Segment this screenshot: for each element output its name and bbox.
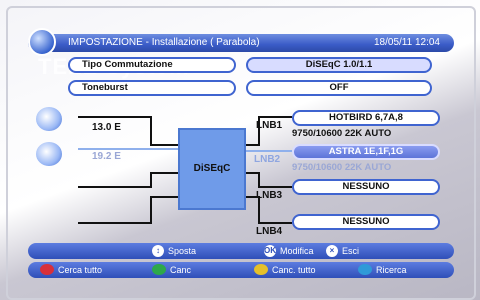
satellite-dish-icon	[36, 142, 62, 166]
wire-output-3-connect	[258, 186, 292, 188]
wire-input-1-vertical	[150, 116, 152, 146]
tipo-commutazione-value[interactable]: DiSEqC 1.0/1.1	[246, 57, 432, 73]
hint-ricerca: Ricerca	[376, 265, 407, 275]
lnb1-label: LNB1	[256, 120, 283, 131]
tipo-commutazione-label: Tipo Commutazione	[68, 57, 236, 73]
toneburst-label: Toneburst	[68, 80, 236, 96]
wire-input-3-connect	[150, 172, 178, 174]
wire-input-4	[78, 222, 152, 224]
lnb2-satellite[interactable]: ASTRA 1E,1F,1G	[292, 144, 440, 160]
satellite-position-2: 19.2 E	[92, 151, 121, 162]
title-bar: IMPOSTAZIONE - Installazione ( Parabola)…	[28, 34, 454, 52]
yellow-key-icon	[254, 264, 268, 275]
globe-icon	[28, 28, 56, 56]
hint-esci: Esci	[342, 246, 360, 256]
lnb4-label: LNB4	[256, 226, 283, 237]
nav-key-icon: ↕	[152, 245, 164, 257]
wire-input-3-vertical	[150, 172, 152, 188]
wire-input-1	[78, 116, 152, 118]
lnb4-satellite[interactable]: NESSUNO	[292, 214, 440, 230]
page-title: IMPOSTAZIONE - Installazione ( Parabola)	[68, 37, 260, 48]
wire-input-4-connect	[150, 196, 178, 198]
wire-output-1-connect	[258, 116, 292, 118]
hint-cerca-tutto: Cerca tutto	[58, 265, 103, 275]
lnb3-label: LNB3	[256, 190, 283, 201]
wire-input-2	[78, 148, 178, 150]
hint-canc: Canc	[170, 265, 192, 275]
lnb1-satellite[interactable]: HOTBIRD 6,7A,8	[292, 110, 440, 126]
hint-sposta: Sposta	[168, 246, 197, 256]
red-key-icon	[40, 264, 54, 275]
wire-output-4-connect	[258, 222, 292, 224]
ok-key-icon: OK	[264, 245, 276, 257]
help-bar-navigation: ↕ Sposta OK Modifica × Esci	[28, 243, 454, 259]
toneburst-value[interactable]: OFF	[246, 80, 432, 96]
lnb3-satellite[interactable]: NESSUNO	[292, 179, 440, 195]
wire-input-3	[78, 186, 152, 188]
help-bar-color-keys: Cerca tutto Canc Canc. tutto Ricerca	[28, 262, 454, 278]
wire-input-4-vertical	[150, 196, 152, 224]
hint-canc-tutto: Canc. tutto	[272, 265, 316, 275]
satellite-dish-icon	[36, 107, 62, 131]
hint-modifica: Modifica	[280, 246, 314, 256]
green-key-icon	[152, 264, 166, 275]
exit-key-icon: ×	[326, 245, 338, 257]
lnb1-frequency: 9750/10600 22K AUTO	[292, 128, 392, 139]
datetime: 18/05/11 12:04	[374, 37, 440, 48]
satellite-position-1: 13.0 E	[92, 122, 121, 133]
lnb2-frequency: 9750/10600 22K AUTO	[292, 162, 392, 173]
installation-screen: IMPOSTAZIONE - Installazione ( Parabola)…	[0, 0, 480, 300]
lnb2-label: LNB2	[254, 154, 281, 165]
wire-output-2	[246, 150, 292, 152]
diseqc-switch: DiSEqC	[178, 128, 246, 210]
blue-key-icon	[358, 264, 372, 275]
wire-input-1-connect	[150, 144, 178, 146]
